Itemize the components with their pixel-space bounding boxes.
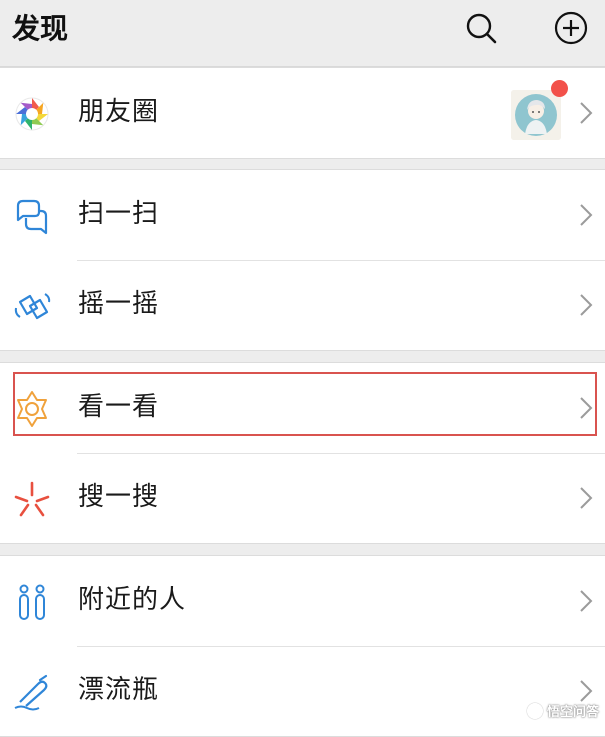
menu-label-moments: 朋友圈 [78,97,160,127]
top-bar: 发现 [0,0,605,67]
menu-label-shake: 摇一摇 [78,289,160,319]
menu-item-top-stories[interactable]: 看一看 [0,363,605,453]
top-stories-icon [17,391,47,427]
discover-content-group: 看一看 搜一搜 [0,362,605,544]
menu-item-shake[interactable]: 摇一摇 [0,260,605,350]
tools-group: 扫一扫 摇一摇 [0,169,605,351]
menu-item-moments[interactable]: 朋友圈 [0,68,605,158]
menu-item-search[interactable]: 搜一搜 [0,453,605,543]
moments-aperture-icon [15,97,49,131]
social-group: 附近的人 漂流瓶 [0,555,605,737]
chevron-right-icon [580,487,593,509]
search-spark-icon [14,481,50,517]
menu-label-top-stories: 看一看 [78,392,160,422]
shake-icon [14,293,51,320]
chevron-right-icon [580,102,593,124]
menu-label-scan: 扫一扫 [78,199,160,229]
chevron-right-icon [580,397,593,419]
chevron-right-icon [580,204,593,226]
page-title: 发现 [12,12,69,45]
menu-item-drift-bottle[interactable]: 漂流瓶 [0,646,605,736]
plus-circle-icon[interactable] [553,10,589,46]
people-nearby-icon [19,584,45,620]
menu-label-people-nearby: 附近的人 [78,585,187,615]
menu-item-people-nearby[interactable]: 附近的人 [0,556,605,646]
chevron-right-icon [580,680,593,702]
menu-label-search: 搜一搜 [78,482,160,512]
moments-group: 朋友圈 [0,67,605,159]
chevron-right-icon [580,294,593,316]
chevron-right-icon [580,590,593,612]
menu-label-drift-bottle: 漂流瓶 [78,675,160,705]
scan-icon [16,199,48,235]
watermark: 悟空问答 [526,701,599,720]
drift-bottle-icon [14,674,48,711]
menu-item-scan[interactable]: 扫一扫 [0,170,605,260]
watermark-logo-icon [526,702,543,719]
search-icon[interactable] [463,10,499,46]
moments-avatar-thumbnail [511,90,561,140]
watermark-text: 悟空问答 [546,705,599,720]
avatar-illustration-icon [511,90,561,140]
new-post-badge [551,80,568,97]
